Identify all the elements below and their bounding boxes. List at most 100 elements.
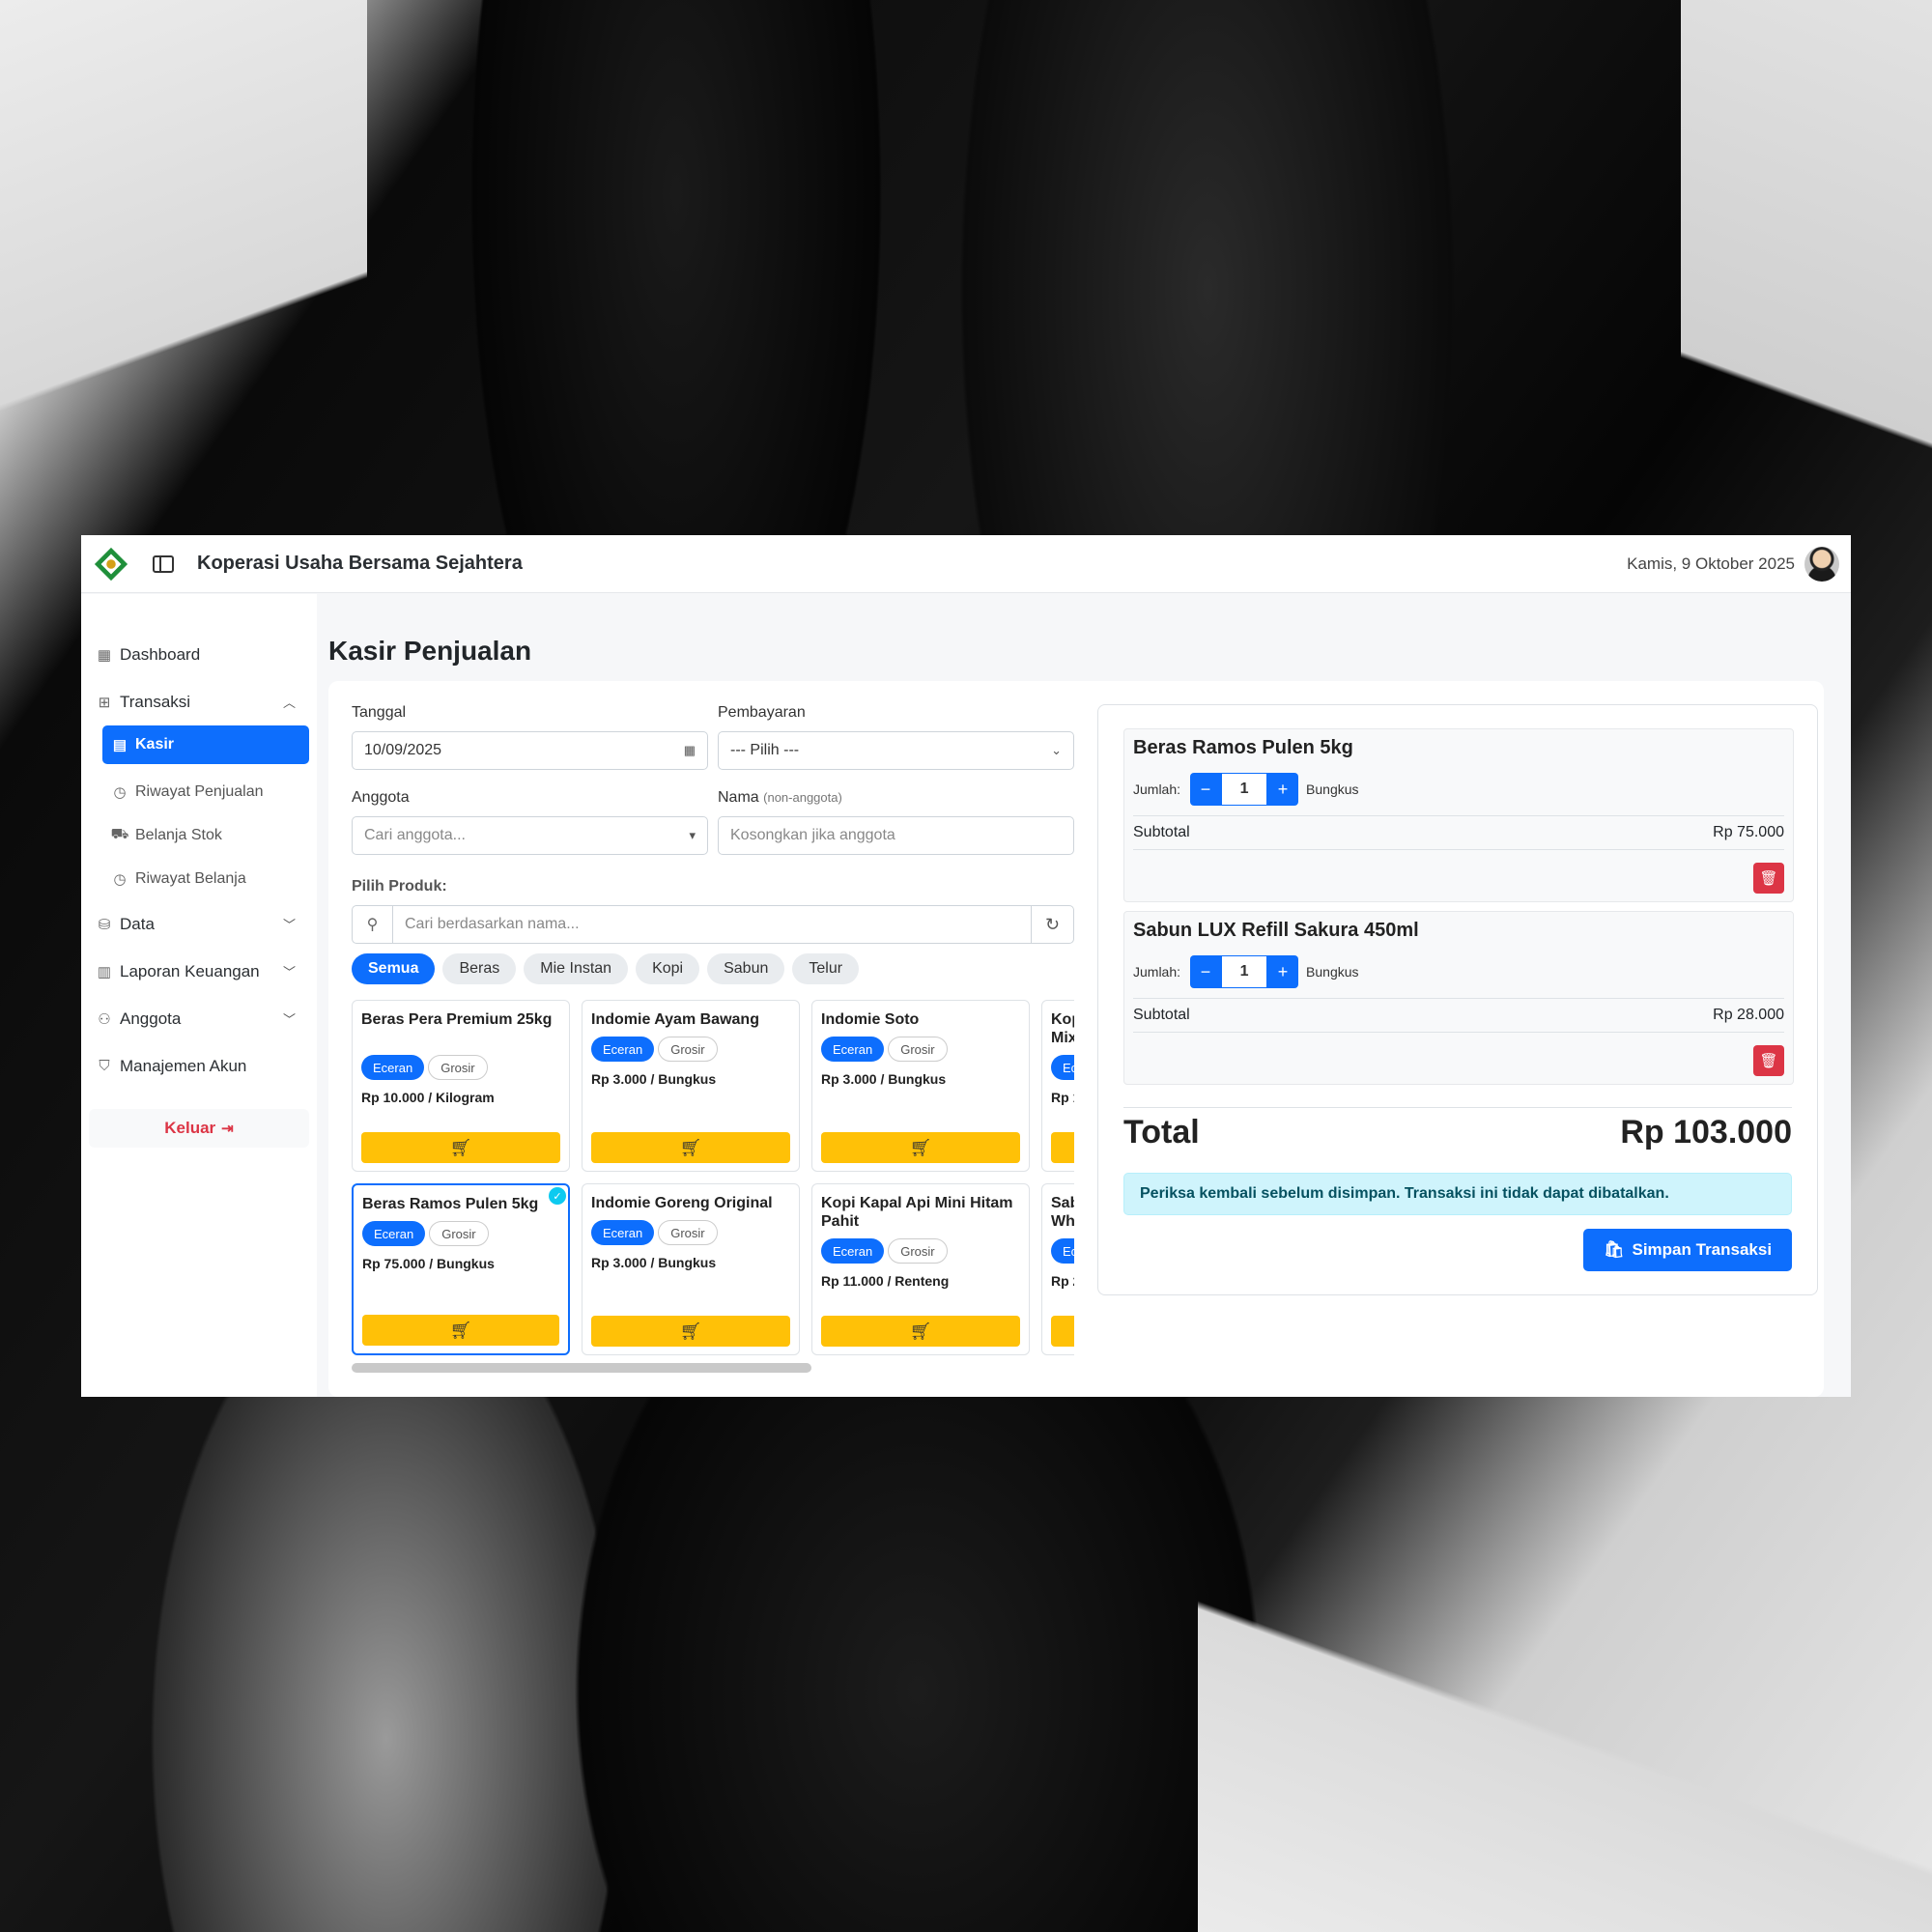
sidebar-item-dashboard[interactable]: ▦ Dashboard	[81, 631, 317, 678]
product-card[interactable]: Kop Mix Eceran Rp 1	[1041, 1000, 1074, 1172]
product-card[interactable]: Indomie Ayam Bawang Eceran Grosir Rp 3.00…	[582, 1000, 800, 1172]
eceran-toggle[interactable]: Eceran	[821, 1037, 885, 1062]
add-to-cart-button[interactable]: 🛒︎	[361, 1132, 560, 1163]
unit-label: Bungkus	[1306, 964, 1359, 980]
save-label: Simpan Transaksi	[1632, 1240, 1773, 1259]
chevron-down-icon: ﹀	[282, 1012, 296, 1027]
caret-down-icon: ▾	[689, 828, 696, 842]
product-price: Rp 3.000 / Bungkus	[591, 1255, 717, 1270]
unit-label: Bungkus	[1306, 781, 1359, 797]
cart-icon: ⛟	[110, 826, 129, 842]
people-icon: ⚇	[98, 1010, 111, 1028]
minus-button[interactable]: −	[1190, 773, 1222, 806]
logout-button[interactable]: Keluar ⇥	[89, 1109, 309, 1148]
quantity-input[interactable]: 1	[1221, 773, 1268, 806]
eceran-toggle[interactable]: Eceran	[591, 1220, 655, 1245]
pembayaran-select[interactable]: --- Pilih --- ⌄	[718, 731, 1074, 770]
product-price: Rp 10.000 / Kilogram	[361, 1090, 495, 1105]
grosir-toggle[interactable]: Grosir	[888, 1238, 948, 1264]
app-window: Koperasi Usaha Bersama Sejahtera Kamis, …	[81, 535, 1851, 1397]
add-to-cart-button[interactable]	[1051, 1132, 1074, 1163]
sidebar-item-anggota[interactable]: ⚇ Anggota ﹀	[81, 995, 317, 1042]
add-to-cart-button[interactable]	[1051, 1316, 1074, 1347]
add-to-cart-button[interactable]: 🛒︎	[821, 1316, 1020, 1347]
quantity-stepper: Jumlah: − 1 + Bungkus	[1133, 773, 1784, 806]
plus-button[interactable]: +	[1267, 955, 1299, 988]
category-mie-instan[interactable]: Mie Instan	[524, 953, 629, 984]
sidebar-item-laporan[interactable]: ▥ Laporan Keuangan ﹀	[81, 948, 317, 995]
anggota-select[interactable]: Cari anggota... ▾	[352, 816, 708, 855]
minus-button[interactable]: −	[1190, 955, 1222, 988]
product-card[interactable]: Kopi Kapal Api Mini Hitam Pahit Eceran Gr…	[811, 1183, 1030, 1355]
sidebar-item-transaksi[interactable]: ⊞ Transaksi ︿	[81, 678, 317, 725]
delete-item-button[interactable]: 🗑︎	[1753, 863, 1784, 894]
grosir-toggle[interactable]: Grosir	[888, 1037, 948, 1062]
product-card[interactable]: Indomie Goreng Original Eceran Grosir Rp …	[582, 1183, 800, 1355]
category-sabun[interactable]: Sabun	[707, 953, 785, 984]
plus-button[interactable]: +	[1267, 773, 1299, 806]
product-name: Beras Ramos Pulen 5kg	[362, 1196, 539, 1212]
grosir-toggle[interactable]: Grosir	[658, 1037, 718, 1062]
product-price: Rp 3.000 / Bungkus	[821, 1071, 947, 1087]
product-card[interactable]: Beras Pera Premium 25kg Eceran Grosir Rp …	[352, 1000, 570, 1172]
clock-icon: ◷	[113, 783, 127, 801]
category-kopi[interactable]: Kopi	[636, 953, 700, 984]
transaction-form: Tanggal 10/09/2025 ▦ Pembayaran --- Pili…	[352, 704, 1074, 1373]
eceran-toggle[interactable]: Eceran	[591, 1037, 655, 1062]
cart-icon: 🛒︎	[679, 1321, 702, 1341]
sidebar-item-label: Manajemen Akun	[120, 1056, 247, 1075]
category-beras[interactable]: Beras	[442, 953, 517, 984]
cart-item: Beras Ramos Pulen 5kg Jumlah: − 1 + Bung…	[1123, 728, 1794, 902]
grosir-toggle[interactable]: Grosir	[658, 1220, 718, 1245]
eceran-toggle[interactable]: Eceran	[361, 1055, 425, 1080]
category-semua[interactable]: Semua	[352, 953, 436, 984]
nama-field[interactable]: Kosongkan jika anggota	[718, 816, 1074, 855]
add-to-cart-button[interactable]: 🛒︎	[362, 1315, 559, 1346]
product-card[interactable]: Indomie Soto Eceran Grosir Rp 3.000 / Bun…	[811, 1000, 1030, 1172]
eceran-toggle[interactable]: Eceran	[1051, 1238, 1074, 1264]
sidebar-item-kasir[interactable]: ▤ Kasir	[102, 725, 309, 764]
sidebar-item-riwayat-penjualan[interactable]: ◷ Riwayat Penjualan	[102, 770, 317, 813]
subtotal-row: Subtotal Rp 28.000	[1133, 998, 1784, 1033]
search-input[interactable]: Cari berdasarkan nama...	[393, 906, 1031, 943]
save-transaction-button[interactable]: 🛍︎ Simpan Transaksi	[1583, 1229, 1792, 1271]
refresh-icon[interactable]: ↻	[1031, 906, 1073, 943]
horizontal-scrollbar[interactable]	[352, 1363, 811, 1373]
qty-label: Jumlah:	[1133, 781, 1181, 797]
subtotal-label: Subtotal	[1133, 1007, 1190, 1023]
product-card-selected[interactable]: ✓ Beras Ramos Pulen 5kg Eceran Grosir Rp …	[352, 1183, 570, 1355]
sidebar-item-label: Transaksi	[120, 692, 191, 711]
product-card[interactable]: Sab Wh Eceran Rp 2	[1041, 1183, 1074, 1355]
add-to-cart-button[interactable]: 🛒︎	[591, 1132, 790, 1163]
bag-icon: 🛍︎	[1603, 1240, 1625, 1259]
sidebar-item-riwayat-belanja[interactable]: ◷ Riwayat Belanja	[102, 857, 317, 900]
check-icon: ✓	[549, 1187, 566, 1205]
eceran-toggle[interactable]: Eceran	[821, 1238, 885, 1264]
report-icon: ▥	[97, 963, 112, 980]
logo-icon	[94, 547, 128, 581]
delete-item-button[interactable]: 🗑︎	[1753, 1045, 1784, 1076]
tanggal-field[interactable]: 10/09/2025 ▦	[352, 731, 708, 770]
avatar[interactable]	[1804, 546, 1839, 582]
sidebar-item-data[interactable]: ⛁ Data ﹀	[81, 900, 317, 948]
total-label: Total	[1123, 1114, 1200, 1151]
category-telur[interactable]: Telur	[792, 953, 860, 984]
add-to-cart-button[interactable]: 🛒︎	[591, 1316, 790, 1347]
grosir-toggle[interactable]: Grosir	[428, 1055, 488, 1080]
calendar-icon[interactable]: ▦	[684, 743, 696, 758]
qty-label: Jumlah:	[1133, 964, 1181, 980]
sidebar-item-belanja-stok[interactable]: ⛟ Belanja Stok	[102, 813, 317, 857]
grosir-toggle[interactable]: Grosir	[429, 1221, 489, 1246]
quantity-input[interactable]: 1	[1221, 955, 1268, 988]
add-to-cart-button[interactable]: 🛒︎	[821, 1132, 1020, 1163]
product-name: Indomie Goreng Original	[591, 1195, 773, 1211]
eceran-toggle[interactable]: Eceran	[1051, 1055, 1074, 1080]
nama-hint: (non-anggota)	[763, 790, 842, 805]
subtotal-row: Subtotal Rp 75.000	[1133, 815, 1784, 850]
cart-item: Sabun LUX Refill Sakura 450ml Jumlah: − …	[1123, 911, 1794, 1085]
sidebar-item-manajemen-akun[interactable]: ⛉ Manajemen Akun	[81, 1042, 317, 1090]
eceran-toggle[interactable]: Eceran	[362, 1221, 426, 1246]
sidebar-toggle-icon[interactable]	[153, 554, 174, 573]
product-name: Kopi Kapal Api Mini Hitam Pahit	[821, 1195, 1013, 1230]
total-row: Total Rp 103.000	[1123, 1107, 1792, 1151]
